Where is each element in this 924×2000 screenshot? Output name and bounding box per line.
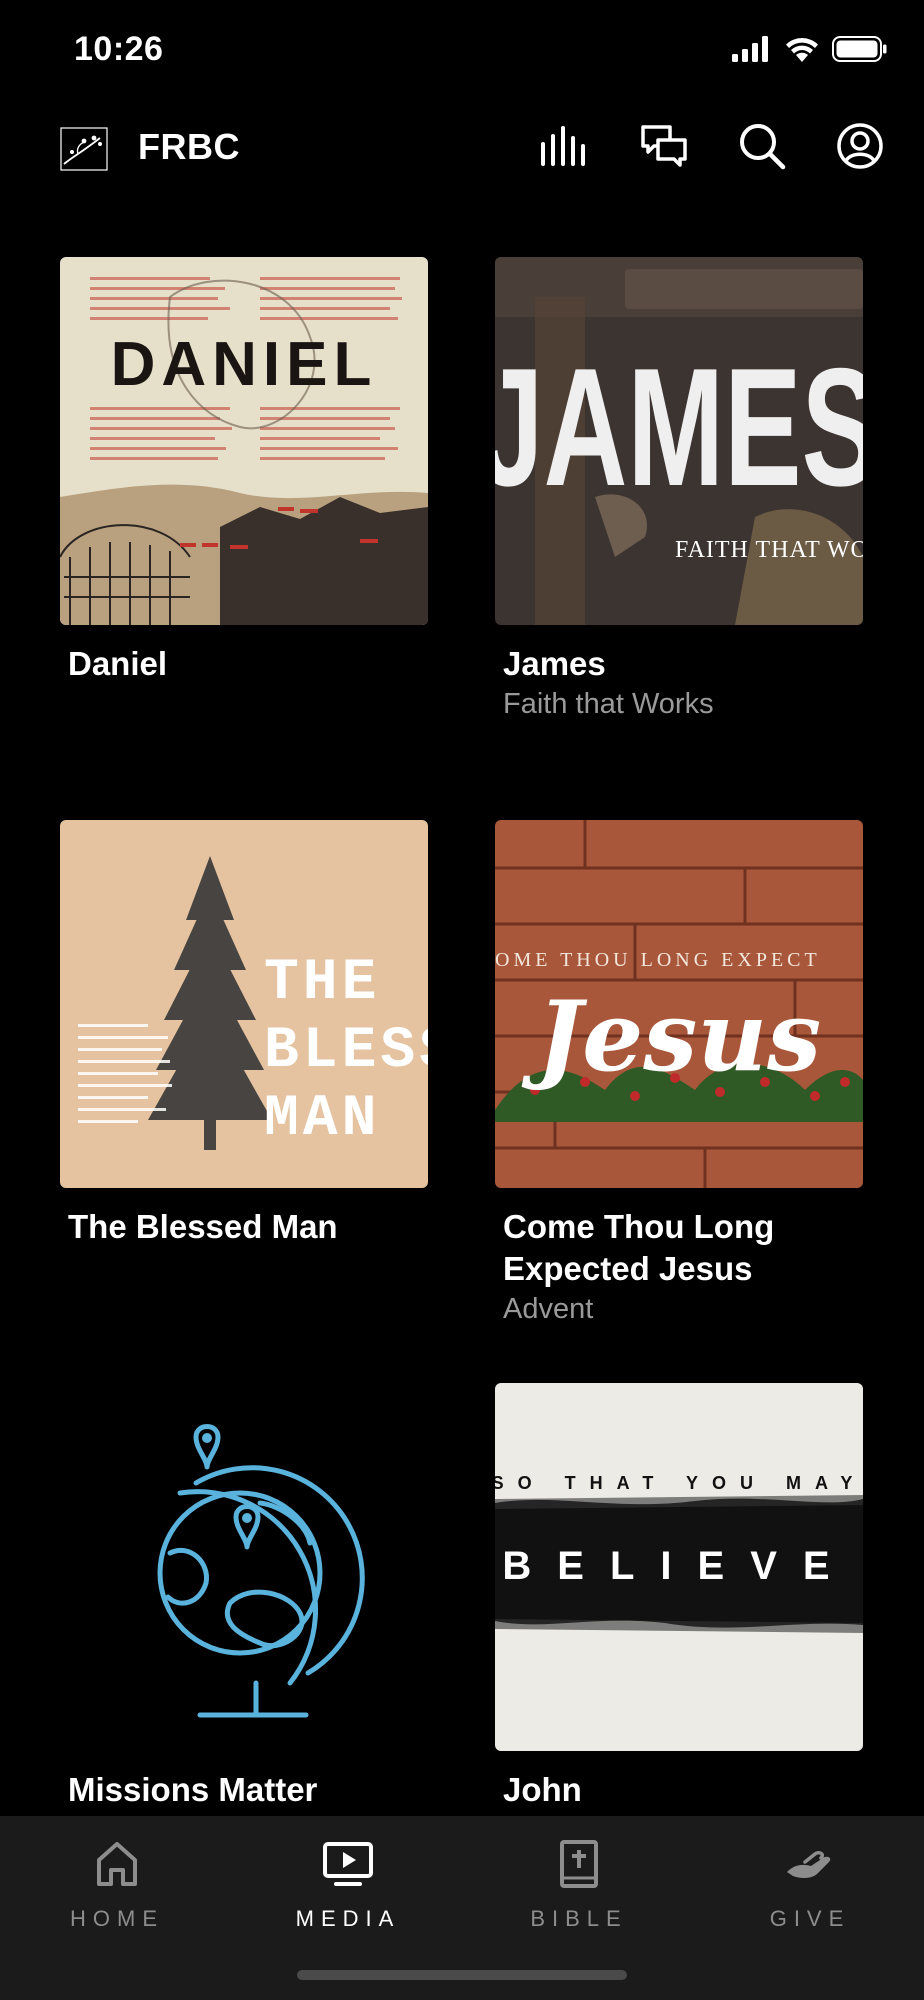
- audio-equalizer-button[interactable]: [538, 118, 594, 174]
- globe-icon: [60, 1383, 428, 1751]
- status-time: 10:26: [74, 30, 164, 68]
- media-subtitle-come-thou-long-expected-jesus: Advent: [503, 1293, 594, 1325]
- media-title-james: James: [503, 645, 606, 682]
- john-art-word: BELIEVE: [502, 1544, 855, 1588]
- john-art-tagline: SO THAT YOU MAY: [495, 1473, 863, 1493]
- media-card-come-thou-long-expected-jesus[interactable]: OME THOU LONG EXPECT Jesus Come Thou Lon…: [495, 820, 863, 1328]
- series-artwork-missions-matter: [60, 1383, 428, 1751]
- media-card-daniel[interactable]: DANIEL Daniel: [60, 257, 428, 685]
- user-account-icon: [837, 123, 883, 169]
- jesus-art-tagline: OME THOU LONG EXPECT: [495, 949, 821, 971]
- blessed-art-line-2: BLESS: [264, 1019, 428, 1084]
- tab-give-label: GIVE: [769, 1906, 851, 1931]
- audio-bars-icon: [541, 126, 585, 166]
- bible-icon: [560, 1840, 598, 1888]
- tab-bible[interactable]: BIBLE: [479, 1834, 679, 1932]
- media-title-the-blessed-man: The Blessed Man: [68, 1208, 338, 1245]
- media-card-missions-matter[interactable]: Missions Matter: [60, 1383, 428, 1811]
- blessed-art-line-3: MAN: [264, 1087, 380, 1152]
- tab-give[interactable]: GIVE: [710, 1834, 910, 1932]
- james-art-word: JAMES: [495, 333, 863, 521]
- home-indicator: [297, 1970, 627, 1980]
- app-header: FRBC: [0, 112, 924, 184]
- battery-icon: [832, 36, 887, 62]
- tab-media-label: MEDIA: [295, 1906, 401, 1931]
- home-icon: [97, 1842, 137, 1886]
- cellular-signal-icon: [732, 36, 768, 62]
- series-artwork-the-blessed-man: THE BLESS MAN: [60, 820, 428, 1188]
- media-subtitle-james: Faith that Works: [503, 688, 714, 720]
- media-play-icon: [323, 1842, 373, 1886]
- series-artwork-jesus: OME THOU LONG EXPECT Jesus: [495, 820, 863, 1188]
- media-title-daniel: Daniel: [68, 645, 168, 682]
- status-bar: 10:26: [0, 0, 924, 100]
- brand-name: FRBC: [138, 126, 240, 167]
- status-icons: [732, 36, 888, 62]
- media-card-the-blessed-man[interactable]: THE BLESS MAN The Blessed Man: [60, 820, 428, 1248]
- series-artwork-james: JAMES FAITH THAT WO: [495, 257, 863, 625]
- wifi-icon: [786, 38, 818, 62]
- blessed-art-line-1: THE: [264, 951, 380, 1016]
- daniel-art-word: DANIEL: [111, 330, 378, 399]
- james-art-tagline: FAITH THAT WO: [675, 537, 863, 563]
- chat-button[interactable]: [636, 118, 692, 174]
- giving-hand-icon: [787, 1851, 831, 1879]
- search-icon: [740, 124, 786, 170]
- jesus-art-word: Jesus: [521, 980, 821, 1093]
- tab-home[interactable]: HOME: [17, 1834, 217, 1932]
- tab-bible-label: BIBLE: [530, 1906, 628, 1931]
- media-card-james[interactable]: JAMES FAITH THAT WO James Faith that Wor…: [495, 257, 863, 723]
- profile-button[interactable]: [832, 118, 888, 174]
- church-logo-icon: [60, 127, 108, 171]
- series-artwork-john: SO THAT YOU MAY BELIEVE: [495, 1383, 863, 1751]
- media-title-john: John: [503, 1771, 582, 1808]
- tab-media[interactable]: MEDIA: [248, 1834, 448, 1932]
- media-title-missions-matter: Missions Matter: [68, 1771, 318, 1808]
- tab-home-label: HOME: [70, 1906, 164, 1931]
- search-button[interactable]: [734, 118, 790, 174]
- media-title-come-thou-long-expected-jesus: Come Thou Long Expected Jesus: [503, 1208, 775, 1287]
- media-card-john[interactable]: SO THAT YOU MAY BELIEVE John: [495, 1383, 863, 1811]
- chat-bubbles-icon: [641, 125, 687, 167]
- header-actions: [538, 118, 888, 174]
- series-artwork-daniel: DANIEL: [60, 257, 428, 625]
